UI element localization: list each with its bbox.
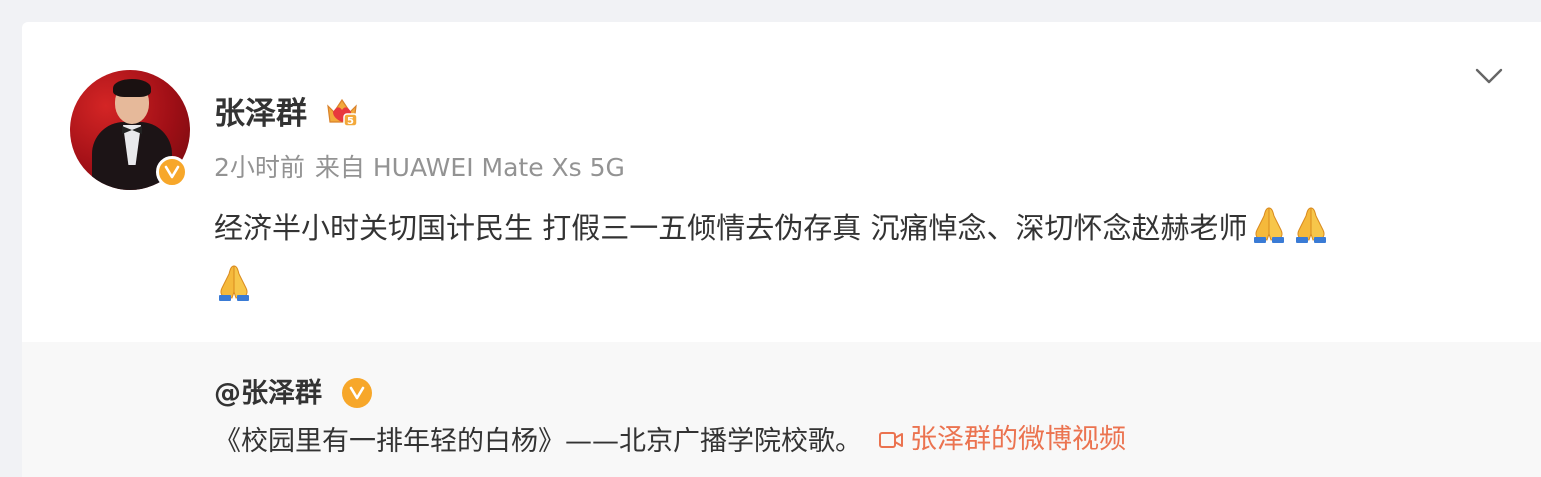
folded-hands-emoji: [1249, 204, 1289, 260]
folded-hands-emoji: [1291, 204, 1331, 260]
repost-content: 《校园里有一排年轻的白杨》——北京广播学院校歌。 张泽群的微博视频: [214, 422, 1126, 460]
post-text: 经济半小时关切国计民生 打假三一五倾情去伪存真 沉痛悼念、深切怀念赵赫老师: [214, 202, 1514, 318]
username[interactable]: 张泽群: [214, 94, 307, 134]
post-meta: 2小时前 来自 HUAWEI Mate Xs 5G: [214, 152, 625, 184]
folded-hands-emoji: [214, 262, 254, 318]
post-source[interactable]: 来自 HUAWEI Mate Xs 5G: [315, 153, 625, 182]
video-link-label: 张泽群的微博视频: [910, 424, 1126, 455]
video-link[interactable]: 张泽群的微博视频: [878, 422, 1126, 458]
post-card: 张泽群 5 2小时前 来自 HUAWEI Mate Xs 5G 经济半小时关切国计…: [22, 22, 1541, 477]
post-body: 经济半小时关切国计民生 打假三一五倾情去伪存真 沉痛悼念、深切怀念赵赫老师: [214, 211, 1248, 245]
repost-text: 《校园里有一排年轻的白杨》——北京广播学院校歌。: [214, 426, 862, 457]
crown-level-number: 5: [347, 116, 354, 127]
repost-box[interactable]: @张泽群 《校园里有一排年轻的白杨》——北京广播学院校歌。 张泽群的微博视频: [22, 342, 1541, 477]
repost-author[interactable]: @张泽群: [214, 376, 322, 412]
avatar-figure-hair: [113, 79, 151, 97]
chevron-down-icon[interactable]: [1474, 64, 1504, 88]
video-camera-icon: [879, 432, 903, 448]
post-time[interactable]: 2小时前: [214, 153, 305, 182]
crown-level-icon[interactable]: 5: [324, 94, 360, 130]
verified-v-icon: [342, 378, 372, 408]
verified-v-icon: [156, 156, 188, 188]
